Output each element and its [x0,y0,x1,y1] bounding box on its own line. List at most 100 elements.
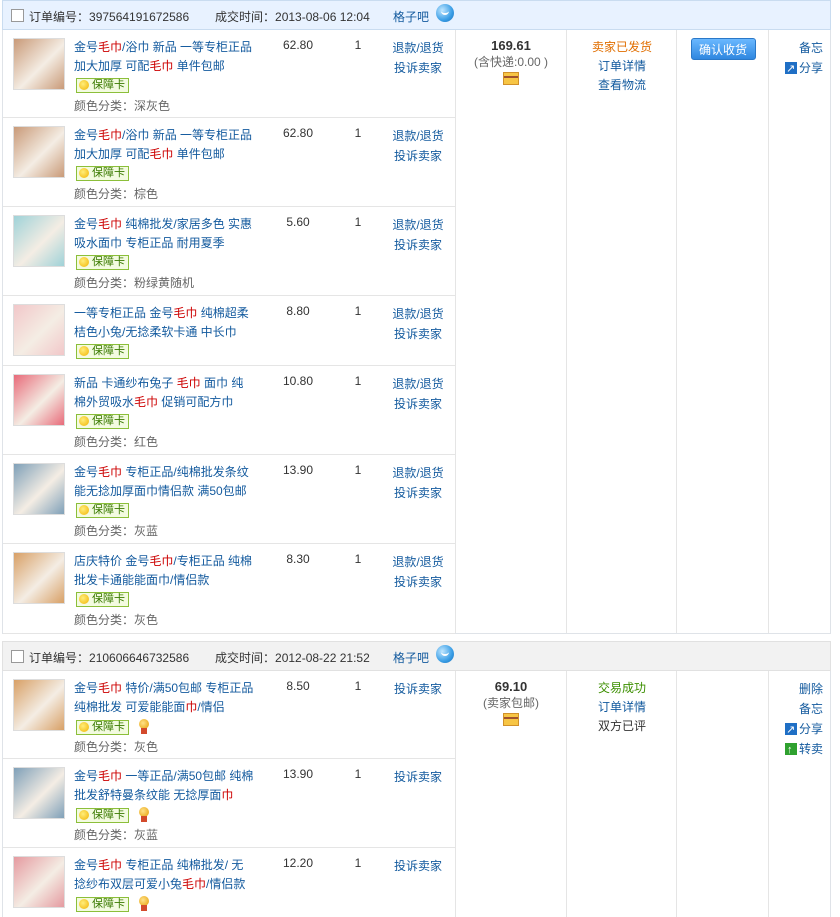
medal-icon [137,807,151,823]
guarantee-card-badge[interactable]: 保障卡 [76,719,129,735]
product-thumbnail[interactable] [13,374,65,426]
refund-link[interactable]: 退款/退货 [383,38,453,58]
memo-link[interactable]: 备忘 [769,38,831,58]
complain-seller-link[interactable]: 投诉卖家 [383,767,453,787]
medal-icon [137,719,151,735]
item-operations: 退款/退货 投诉卖家 [383,552,453,592]
product-title-link[interactable]: 新品 卡通纱布兔子 毛巾 面巾 纯棉外贸吸水毛巾 促销可配方巾 [74,374,254,412]
guarantee-card-badge[interactable]: 保障卡 [76,255,129,271]
order-body: 金号毛巾 特价/满50包邮 专柜正品 纯棉批发 可爱能能面巾/情侣 保障卡 颜色分类… [2,671,831,917]
shipping-info: (含快递:0.00 ) [473,55,549,69]
product-attribute: 颜色分类：灰蓝 [74,828,159,842]
shop-link[interactable]: 格子吧 [393,8,429,25]
order-detail-link[interactable]: 订单详情 [567,698,677,717]
refund-link[interactable]: 退款/退货 [383,463,453,483]
wangwang-chat-icon[interactable] [436,645,454,663]
delete-link[interactable]: 删除 [769,679,831,699]
product-thumbnail[interactable] [13,679,65,731]
unit-price: 10.80 [282,374,314,388]
complain-seller-link[interactable]: 投诉卖家 [383,679,453,699]
product-attribute: 颜色分类：红色 [74,435,159,449]
complain-seller-link[interactable]: 投诉卖家 [383,58,453,78]
memo-link[interactable]: 备忘 [769,699,831,719]
order-total: 69.10 (卖家包邮) [455,679,567,730]
guarantee-card-badge[interactable]: 保障卡 [76,896,129,912]
refund-link[interactable]: 退款/退货 [383,374,453,394]
share-link[interactable]: 分享 [769,719,831,740]
item-operations: 退款/退货 投诉卖家 [383,304,453,344]
order-select-checkbox[interactable] [11,9,24,22]
product-title-link[interactable]: 金号毛巾 专柜正品/纯棉批发条纹能无捻加厚面巾情侣款 满50包邮 [74,463,254,501]
order-status: 卖家已发货 订单详情 查看物流 [567,38,677,95]
order-select-checkbox[interactable] [11,650,24,663]
quantity: 1 [354,767,362,781]
product-title-link[interactable]: 金号毛巾 纯棉批发/家居多色 实惠吸水面巾 专柜正品 耐用夏季 [74,215,254,253]
complain-seller-link[interactable]: 投诉卖家 [383,324,453,344]
share-icon [784,59,797,79]
resell-link[interactable]: 转卖 [769,739,831,760]
refund-link[interactable]: 退款/退货 [383,552,453,572]
refund-link[interactable]: 退款/退货 [383,304,453,324]
order-item-row: 金号毛巾/浴巾 新品 一等专柜正品加大加厚 可配毛巾 单件包邮 保障卡 颜色分类：深… [3,30,455,118]
wangwang-chat-icon[interactable] [436,4,454,22]
item-operations: 退款/退货 投诉卖家 [383,463,453,503]
share-link[interactable]: 分享 [769,58,831,79]
badge-area: 保障卡 [76,503,129,519]
product-title-link[interactable]: 店庆特价 金号毛巾/专柜正品 纯棉批发卡通能能面巾/情侣款 [74,552,254,590]
badge-area: 保障卡 [76,414,129,430]
item-operations: 投诉卖家 [383,856,453,876]
product-thumbnail[interactable] [13,856,65,908]
complain-seller-link[interactable]: 投诉卖家 [383,235,453,255]
guarantee-card-badge[interactable]: 保障卡 [76,592,129,608]
item-operations: 退款/退货 投诉卖家 [383,215,453,255]
status-text: 交易成功 [597,681,646,695]
medal-icon [137,896,151,912]
order-detail-link[interactable]: 订单详情 [567,57,677,76]
complain-seller-link[interactable]: 投诉卖家 [383,856,453,876]
payment-card-icon [503,713,519,726]
order-item-row: 金号毛巾/浴巾 新品 一等专柜正品加大加厚 可配毛巾 单件包邮 保障卡 颜色分类：棕… [3,118,455,207]
guarantee-card-badge[interactable]: 保障卡 [76,344,129,360]
order-header: 订单编号：210606646732586 成交时间：2012-08-22 21:… [2,641,831,671]
product-title-link[interactable]: 金号毛巾 特价/满50包邮 专柜正品 纯棉批发 可爱能能面巾/情侣 [74,679,254,717]
product-title-link[interactable]: 一等专柜正品 金号毛巾 纯棉超柔桔色小兔/无捻柔软卡通 中长巾 [74,304,254,342]
guarantee-card-badge[interactable]: 保障卡 [76,414,129,430]
guarantee-card-badge[interactable]: 保障卡 [76,78,129,94]
product-thumbnail[interactable] [13,767,65,819]
product-title-link[interactable]: 金号毛巾/浴巾 新品 一等专柜正品加大加厚 可配毛巾 单件包邮 [74,38,254,76]
badge-area: 保障卡 [76,807,151,823]
product-title-link[interactable]: 金号毛巾/浴巾 新品 一等专柜正品加大加厚 可配毛巾 单件包邮 [74,126,254,164]
more-actions: 删除 备忘 分享 转卖 [769,679,831,760]
order-item-row: 金号毛巾 专柜正品/纯棉批发条纹能无捻加厚面巾情侣款 满50包邮保障卡颜色分类：… [3,455,455,544]
refund-link[interactable]: 退款/退货 [383,215,453,235]
badge-area: 保障卡 [76,719,151,735]
quantity: 1 [354,552,362,566]
product-thumbnail[interactable] [13,215,65,267]
unit-price: 62.80 [282,126,314,140]
product-title-link[interactable]: 金号毛巾 专柜正品 纯棉批发/ 无捻纱布双层可爱小兔毛巾/情侣款 [74,856,254,894]
complain-seller-link[interactable]: 投诉卖家 [383,146,453,166]
shipping-info: (卖家包邮) [483,696,539,710]
product-thumbnail[interactable] [13,304,65,356]
quantity: 1 [354,679,362,693]
complain-seller-link[interactable]: 投诉卖家 [383,394,453,414]
product-thumbnail[interactable] [13,552,65,604]
product-thumbnail[interactable] [13,38,65,90]
complain-seller-link[interactable]: 投诉卖家 [383,483,453,503]
product-thumbnail[interactable] [13,463,65,515]
order-item-row: 金号毛巾 一等正品/满50包邮 纯棉批发舒特曼条纹能 无捻厚面巾保障卡颜色分类：… [3,759,455,848]
guarantee-card-badge[interactable]: 保障卡 [76,807,129,823]
view-logistics-link[interactable]: 查看物流 [567,76,677,95]
confirm-receipt-button[interactable]: 确认收货 [690,38,756,60]
product-title-link[interactable]: 金号毛巾 一等正品/满50包邮 纯棉批发舒特曼条纹能 无捻厚面巾 [74,767,254,805]
order-header: 订单编号：397564191672586 成交时间：2013-08-06 12:… [2,0,831,30]
product-attribute: 颜色分类：灰蓝 [74,524,159,538]
guarantee-card-badge[interactable]: 保障卡 [76,166,129,182]
complain-seller-link[interactable]: 投诉卖家 [383,572,453,592]
quantity: 1 [354,856,362,870]
payment-card-icon [503,72,519,85]
refund-link[interactable]: 退款/退货 [383,126,453,146]
guarantee-card-badge[interactable]: 保障卡 [76,503,129,519]
shop-link[interactable]: 格子吧 [393,649,429,666]
product-thumbnail[interactable] [13,126,65,178]
